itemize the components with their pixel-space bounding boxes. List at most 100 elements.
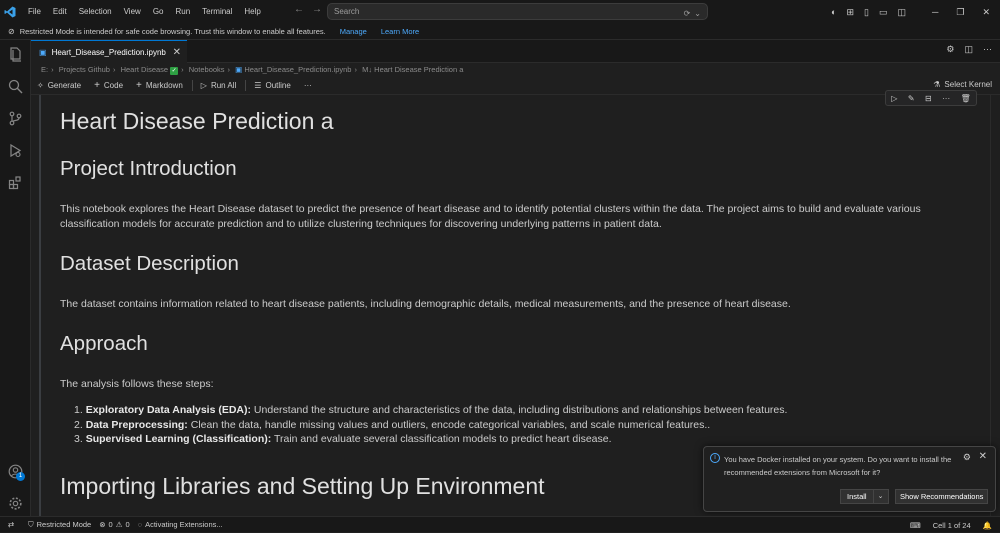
breadcrumb-notebooks[interactable]: Notebooks <box>189 65 225 74</box>
outline-button[interactable]: ☰ Outline <box>254 81 291 90</box>
toggle-panel-icon[interactable]: ▭ <box>879 7 888 18</box>
sparkle-icon: ✧ <box>37 81 44 90</box>
close-window-icon[interactable]: ✕ <box>982 7 990 18</box>
heading-importing-libraries: Importing Libraries and Setting Up Envir… <box>60 473 545 499</box>
cell-more-icon[interactable]: ··· <box>942 94 950 103</box>
list-icon: ☰ <box>254 81 262 90</box>
split-cell-icon[interactable]: ⊟ <box>925 94 932 103</box>
toolbar-more-button[interactable]: ··· <box>304 81 312 90</box>
chevron-down-icon[interactable]: ⌄ <box>873 489 889 504</box>
run-all-button[interactable]: ▷ Run All <box>201 81 237 90</box>
editor-tab-bar: ▣ Heart_Disease_Prediction.ipynb ✕ ⚙ ◫ ·… <box>31 40 1000 63</box>
step-title: Data Preprocessing: <box>85 418 188 431</box>
breadcrumb: E: › Projects Github › Heart Disease ✓ › Not… <box>31 63 1000 77</box>
problems-status[interactable]: ⊗ 0 ⚠ 0 <box>99 520 129 529</box>
toggle-sidebar-icon[interactable]: ▯ <box>864 7 869 18</box>
copilot-icon[interactable]: ⟳ <box>684 6 691 21</box>
command-center-search[interactable]: Search ⟳ ⌄ <box>327 3 708 20</box>
step-text: Clean the data, handle missing values an… <box>187 418 711 431</box>
minimize-icon[interactable]: ─ <box>932 7 938 18</box>
extensions-icon[interactable] <box>7 174 24 191</box>
remote-indicator[interactable]: ⇄ <box>0 517 22 533</box>
notifications-bell-icon[interactable]: 🔔 <box>983 521 992 530</box>
restricted-label: Restricted Mode <box>36 520 92 529</box>
breadcrumb-file[interactable]: Heart_Disease_Prediction.ipynb <box>244 65 351 74</box>
run-all-icon: ▷ <box>200 81 207 90</box>
breadcrumb-heading[interactable]: Heart Disease Prediction a <box>374 65 463 74</box>
step-text: Understand the structure and characteris… <box>251 404 788 416</box>
generate-label: Generate <box>47 81 82 90</box>
notebook-toolbar: ✧ Generate + Code + Markdown ▷ Run All ☰… <box>31 77 1000 95</box>
run-debug-icon[interactable] <box>7 142 24 159</box>
manage-link[interactable]: Manage <box>340 27 367 36</box>
run-cell-icon[interactable]: ▷ <box>891 94 897 103</box>
error-count: 0 <box>108 520 113 529</box>
menu-edit[interactable]: Edit <box>47 0 73 24</box>
more-actions-icon[interactable]: ··· <box>983 44 992 55</box>
step-number: 2. <box>74 418 83 431</box>
menu-file[interactable]: File <box>22 0 47 24</box>
menu-selection[interactable]: Selection <box>73 0 118 24</box>
cell-toolbar: ▷ ✎ ⊟ ··· 🗑 <box>885 90 977 106</box>
breadcrumb-heart-disease[interactable]: Heart Disease <box>121 65 169 74</box>
menu-help[interactable]: Help <box>238 0 266 24</box>
vscode-logo-icon <box>0 0 20 24</box>
title-bar: File Edit Selection View Go Run Terminal… <box>0 0 1000 24</box>
customize-layout-icon[interactable]: ⊞ <box>846 7 854 18</box>
breadcrumb-drive[interactable]: E: <box>41 65 48 74</box>
close-icon[interactable]: ✕ <box>979 451 987 462</box>
approach-intro: The analysis follows these steps: <box>60 378 214 390</box>
restricted-mode-status[interactable]: ⛉ Restricted Mode <box>28 520 91 530</box>
accounts-circle-icon[interactable]: ◐ <box>831 7 836 17</box>
step-text: Train and evaluate several classificatio… <box>271 433 612 445</box>
heading-dataset-description: Dataset Description <box>60 252 239 275</box>
remote-icon: ⇄ <box>7 520 15 529</box>
approach-steps-list: 1. Exploratory Data Analysis (EDA): Unde… <box>74 403 787 447</box>
restore-icon[interactable]: ❐ <box>956 7 964 18</box>
menu-view[interactable]: View <box>118 0 147 24</box>
add-code-cell-button[interactable]: + Code <box>94 80 123 91</box>
tab-actions: ⚙ ◫ ··· <box>946 44 992 55</box>
warning-icon: ⚠ <box>115 520 123 529</box>
settings-gear-icon[interactable]: ⚙ <box>946 44 954 55</box>
keyboard-icon[interactable]: ⌨ <box>910 521 921 530</box>
select-kernel-button[interactable]: ⚗ Select Kernel <box>933 80 992 89</box>
delete-cell-icon[interactable]: 🗑 <box>961 94 971 103</box>
more-label: ··· <box>303 81 312 90</box>
kernel-icon: ⚗ <box>933 80 941 89</box>
install-button[interactable]: Install <box>840 489 874 504</box>
tab-heart-disease-notebook[interactable]: ▣ Heart_Disease_Prediction.ipynb ✕ <box>31 40 187 63</box>
generate-button[interactable]: ✧ Generate <box>37 81 81 90</box>
menu-terminal[interactable]: Terminal <box>196 0 238 24</box>
shield-icon: ⛉ <box>28 519 34 529</box>
menu-run[interactable]: Run <box>169 0 196 24</box>
activity-label: Activating Extensions... <box>145 520 223 529</box>
source-control-icon[interactable] <box>7 110 24 127</box>
forward-arrow-icon[interactable]: → <box>312 4 322 15</box>
show-recommendations-button[interactable]: Show Recommendations <box>895 489 989 504</box>
split-editor-icon[interactable]: ◫ <box>964 44 973 55</box>
search-icon[interactable] <box>7 78 24 95</box>
run-all-label: Run All <box>210 81 237 90</box>
notification-message: You have Docker installed on your system… <box>724 455 952 477</box>
learn-more-link[interactable]: Learn More <box>381 27 419 36</box>
notebook-file-icon: ▣ <box>235 65 243 74</box>
toolbar-divider <box>191 80 193 91</box>
activity-status[interactable]: ◌ Activating Extensions... <box>138 520 223 529</box>
chevron-down-icon[interactable]: ⌄ <box>694 6 701 21</box>
close-tab-icon[interactable]: ✕ <box>173 47 181 58</box>
add-markdown-cell-button[interactable]: + Markdown <box>136 80 183 91</box>
cell-position[interactable]: Cell 1 of 24 <box>933 521 971 530</box>
explorer-icon[interactable] <box>7 46 24 63</box>
edit-cell-icon[interactable]: ✎ <box>908 94 915 103</box>
notification-settings-icon[interactable]: ⚙ <box>963 452 971 463</box>
spinner-icon: ◌ <box>137 520 143 529</box>
manage-gear-icon[interactable] <box>7 495 24 512</box>
restricted-message: Restricted Mode is intended for safe cod… <box>19 27 326 36</box>
back-arrow-icon[interactable]: ← <box>294 4 304 15</box>
menu-go[interactable]: Go <box>147 0 170 24</box>
tab-label: Heart_Disease_Prediction.ipynb <box>51 47 166 57</box>
breadcrumb-projects[interactable]: Projects Github <box>59 65 110 74</box>
toggle-secondary-sidebar-icon[interactable]: ◫ <box>897 7 906 18</box>
status-bar: ⇄ ⛉ Restricted Mode ⊗ 0 ⚠ 0 ◌ Activating… <box>0 516 1000 532</box>
